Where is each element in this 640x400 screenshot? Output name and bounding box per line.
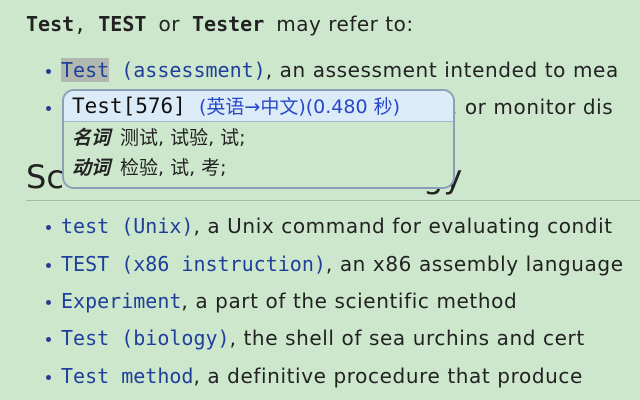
wiki-page: Test, TEST or Tester may refer to: Test … [0,0,640,400]
popup-definition-row: 名词 测试, 试验, 试; [72,125,246,151]
dictionary-popup[interactable]: Test[576] (英语→中文)(0.480 秒) 名词 测试, 试验, 试; … [62,89,455,189]
link-assessment[interactable]: (assessment) [121,58,266,82]
item-desc: , the shell of sea urchins and cert [229,326,585,350]
link-test-x86[interactable]: TEST (x86 instruction) [61,252,326,276]
definition-text: 检验, 试, 考; [120,157,227,179]
section-heading: Scgy [26,157,462,197]
intro-term-3: Tester [192,12,265,36]
popup-header: Test[576] (英语→中文)(0.480 秒) [64,91,453,122]
bullet-icon [46,300,51,305]
intro-term-1: Test [26,12,75,36]
item-desc: , a definitive procedure that produce [193,364,583,388]
item-desc: e, or monitor dis [438,95,614,119]
bullet-icon [46,263,51,268]
part-of-speech: 动词 [72,157,111,179]
heading-rule [26,200,640,201]
bullet-icon [46,225,51,230]
popup-definition-row: 动词 检验, 试, 考; [72,155,227,181]
link-test-method[interactable]: Test method [61,364,193,388]
popup-word: Test[576] [72,94,186,118]
definition-text: 测试, 试验, 试; [120,127,246,149]
item-desc: , a Unix command for evaluating condit [193,214,613,238]
heading-start: Sc [26,158,64,196]
popup-meta: (英语→中文)(0.480 秒) [199,96,401,118]
link-test-biology[interactable]: Test (biology) [61,326,230,350]
intro-line: Test, TEST or Tester may refer to: [26,10,414,38]
link-experiment[interactable]: Experiment [61,289,181,313]
bullet-icon [46,337,51,342]
item-desc: , a part of the scientific method [181,289,518,313]
bullet-icon [46,375,51,380]
bullet-icon [46,106,51,111]
bullet-icon [46,69,51,74]
link-test[interactable]: Test [61,58,110,82]
item-desc: , an x86 assembly language [325,252,624,276]
intro-term-2: TEST [98,12,147,36]
intro-sep-2: or [158,12,180,36]
part-of-speech: 名词 [72,127,111,149]
item-desc: , an assessment intended to mea [265,58,619,82]
link-test-unix[interactable]: test (Unix) [61,214,193,238]
intro-tail: may refer to: [276,12,414,36]
intro-sep-1: , [74,12,87,36]
